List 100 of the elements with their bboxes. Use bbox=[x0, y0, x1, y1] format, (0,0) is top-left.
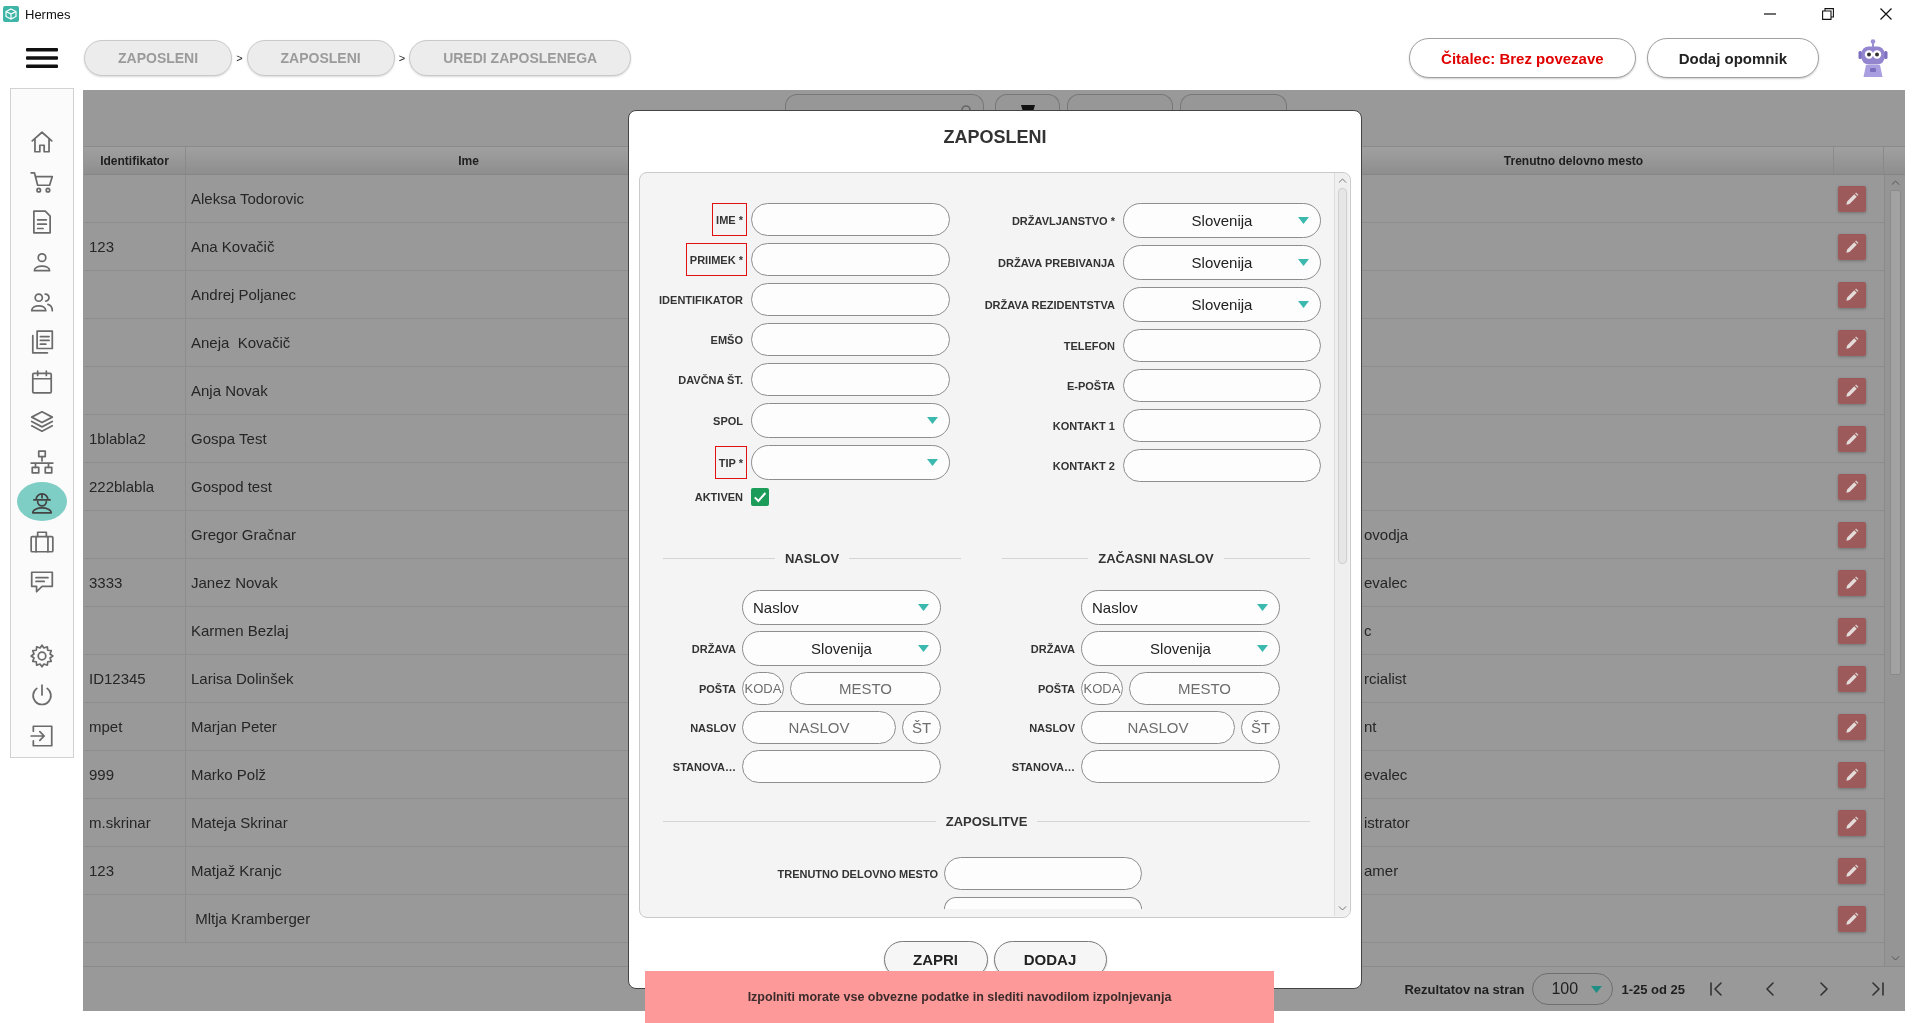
pencil-icon bbox=[1845, 623, 1859, 638]
edit-button[interactable] bbox=[1838, 185, 1866, 212]
input-field[interactable] bbox=[1123, 409, 1321, 442]
edit-button[interactable] bbox=[1838, 377, 1866, 404]
chat-icon bbox=[29, 568, 55, 595]
caret-icon bbox=[1298, 259, 1309, 266]
edit-button[interactable] bbox=[1838, 857, 1866, 884]
table-cell: Aleksa Todorovic bbox=[191, 190, 305, 207]
dropdown[interactable]: Slovenija bbox=[1081, 631, 1280, 666]
input-field[interactable] bbox=[751, 363, 950, 396]
field-label: IDENTIFIKATOR bbox=[658, 292, 744, 308]
caret-icon bbox=[1298, 217, 1309, 224]
table-cell: nt bbox=[1364, 718, 1377, 735]
edit-button[interactable] bbox=[1838, 761, 1866, 788]
dropdown[interactable]: Naslov bbox=[1081, 590, 1280, 625]
edit-button[interactable] bbox=[1838, 809, 1866, 836]
edit-button[interactable] bbox=[1838, 281, 1866, 308]
input-field[interactable] bbox=[751, 203, 950, 236]
table-cell: 999 bbox=[89, 766, 115, 783]
table-cell: Karmen Bezlaj bbox=[191, 622, 289, 639]
last-page-icon[interactable] bbox=[1872, 982, 1884, 996]
layers-icon bbox=[29, 408, 55, 435]
field-label: EMŠO bbox=[709, 332, 744, 348]
dropdown[interactable] bbox=[751, 445, 950, 480]
input-field[interactable]: NASLOV bbox=[742, 711, 896, 744]
first-page-icon[interactable] bbox=[1710, 982, 1722, 996]
edit-button[interactable] bbox=[1838, 329, 1866, 356]
edit-button[interactable] bbox=[1838, 233, 1866, 260]
input-field[interactable] bbox=[1123, 449, 1321, 482]
input-field[interactable]: ŠT bbox=[902, 711, 941, 744]
input-field[interactable] bbox=[742, 750, 941, 783]
edit-button[interactable] bbox=[1838, 521, 1866, 548]
dropdown[interactable]: Slovenija bbox=[1123, 203, 1321, 238]
table-cell: Gospod test bbox=[191, 478, 272, 495]
input-field[interactable] bbox=[944, 897, 1142, 909]
robot-icon[interactable] bbox=[1858, 39, 1888, 77]
input-field[interactable]: KODA bbox=[1081, 672, 1123, 705]
dropdown[interactable] bbox=[751, 403, 950, 438]
input-field[interactable]: MESTO bbox=[790, 672, 941, 705]
input-field[interactable] bbox=[751, 283, 950, 316]
dropdown[interactable]: Slovenija bbox=[1123, 287, 1321, 322]
restore-icon[interactable] bbox=[1822, 8, 1834, 20]
input-field[interactable] bbox=[751, 323, 950, 356]
table-cell: 222blabla bbox=[89, 478, 155, 495]
pencil-icon bbox=[1845, 527, 1859, 542]
edit-button[interactable] bbox=[1838, 617, 1866, 644]
input-field[interactable]: NASLOV bbox=[1081, 711, 1235, 744]
section-title: ZAČASNI NASLOV bbox=[1098, 550, 1214, 566]
search-field[interactable] bbox=[785, 94, 984, 110]
field-label: KONTAKT 1 bbox=[1051, 418, 1116, 434]
column-header: Identifikator bbox=[100, 153, 169, 168]
pencil-icon bbox=[1845, 335, 1859, 350]
input-field[interactable] bbox=[1081, 750, 1280, 783]
pencil-icon bbox=[1845, 287, 1859, 302]
table-cell: ID12345 bbox=[89, 670, 146, 687]
briefcase-icon bbox=[29, 528, 55, 555]
dropdown[interactable]: Naslov bbox=[742, 590, 941, 625]
previous-icon[interactable] bbox=[1766, 982, 1774, 996]
input-field[interactable] bbox=[944, 857, 1142, 890]
status-button[interactable]: Čitalec: Brez povezave bbox=[1409, 38, 1636, 78]
edit-button[interactable] bbox=[1838, 713, 1866, 740]
sidebar-item[interactable] bbox=[17, 482, 67, 521]
input-field[interactable]: MESTO bbox=[1129, 672, 1280, 705]
checkbox[interactable] bbox=[751, 488, 769, 506]
dropdown[interactable]: Slovenija bbox=[1123, 245, 1321, 280]
page-size-label: Rezultatov na stran bbox=[1404, 981, 1525, 997]
table-cell: 123 bbox=[89, 862, 115, 879]
close-icon[interactable] bbox=[1880, 8, 1892, 20]
pencil-icon bbox=[1845, 575, 1859, 590]
hierarchy-icon bbox=[29, 448, 55, 475]
field-label: KONTAKT 2 bbox=[1051, 458, 1116, 474]
field-label: E-POŠTA bbox=[1065, 378, 1116, 394]
table-cell: rcialist bbox=[1364, 670, 1407, 687]
dropdown[interactable]: Slovenija bbox=[742, 631, 941, 666]
field-label: POŠTA bbox=[698, 682, 736, 695]
pencil-icon bbox=[1845, 431, 1859, 446]
menu-icon[interactable] bbox=[26, 48, 58, 68]
input-field[interactable] bbox=[1123, 369, 1321, 402]
next-icon[interactable] bbox=[1820, 982, 1828, 996]
window-title: Hermes bbox=[25, 6, 71, 22]
edit-button[interactable] bbox=[1838, 473, 1866, 500]
caret-icon bbox=[1591, 985, 1603, 993]
input-field[interactable]: ŠT bbox=[1241, 711, 1280, 744]
reminder-button[interactable]: Dodaj opomnik bbox=[1646, 38, 1819, 78]
edit-button[interactable] bbox=[1838, 569, 1866, 596]
section-title: NASLOV bbox=[784, 550, 840, 566]
edit-button[interactable] bbox=[1838, 665, 1866, 692]
input-field[interactable]: KODA bbox=[742, 672, 784, 705]
table-cell: 123 bbox=[89, 238, 115, 255]
scrollbar-thumb[interactable] bbox=[1889, 190, 1901, 675]
table-cell: Larisa Dolinšek bbox=[191, 670, 294, 687]
input-field[interactable] bbox=[751, 243, 950, 276]
field-label: STANOVA… bbox=[672, 760, 736, 773]
input-field[interactable] bbox=[1123, 329, 1321, 362]
edit-button[interactable] bbox=[1838, 905, 1866, 932]
filter-button[interactable] bbox=[995, 94, 1060, 110]
pencil-icon bbox=[1845, 239, 1859, 254]
table-cell: c bbox=[1364, 622, 1372, 639]
scrollbar-thumb[interactable] bbox=[1337, 188, 1347, 564]
edit-button[interactable] bbox=[1838, 425, 1866, 452]
